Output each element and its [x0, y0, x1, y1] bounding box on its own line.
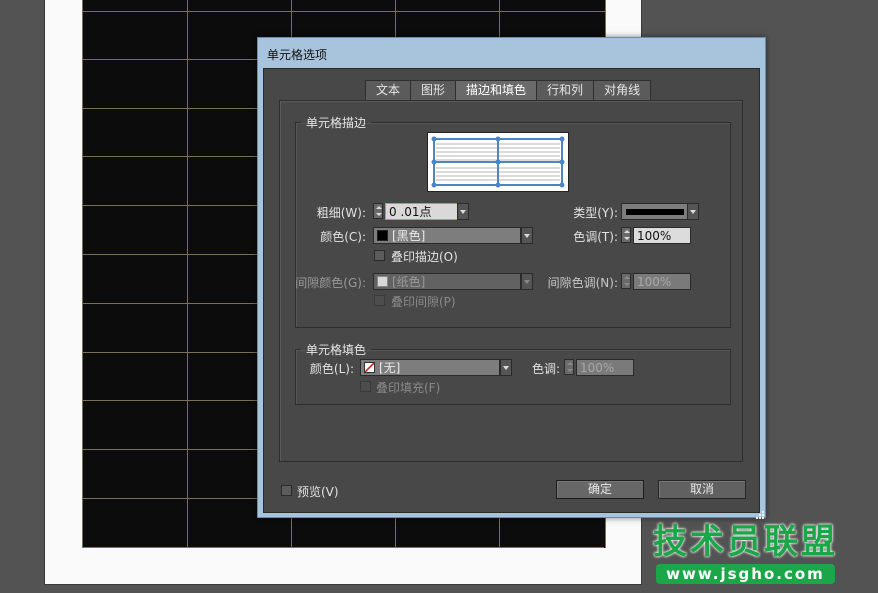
tab-panel: 单元格描边 粗细(W): 0 .01点 类型(Y): 颜色(C): [黑色] 色… [279, 100, 743, 462]
gap-color-select[interactable]: [纸色] [373, 273, 521, 290]
fill-color-select[interactable]: [无] [360, 359, 500, 376]
weight-input[interactable]: 0 .01点 [385, 203, 459, 220]
dialog-title: 单元格选项 [267, 48, 328, 62]
cell-fill-legend: 单元格填色 [306, 343, 367, 357]
tab-rows-columns[interactable]: 行和列 [536, 80, 595, 100]
overprint-gap-label: 叠印间隙(P) [391, 295, 456, 309]
tab-graphic[interactable]: 图形 [410, 80, 457, 100]
stroke-color-select[interactable]: [黑色] [373, 227, 521, 244]
ok-button[interactable]: 确定 [556, 480, 644, 499]
stroke-proxy-graphic [431, 136, 565, 188]
cell-stroke-legend: 单元格描边 [306, 116, 367, 130]
fill-tint-label: 色调: [531, 362, 560, 376]
stroke-proxy-preview[interactable] [427, 132, 569, 192]
stroke-color-dropdown-button[interactable] [521, 227, 533, 244]
overprint-fill-label: 叠印填充(F) [376, 381, 441, 395]
fill-color-dropdown-button[interactable] [500, 359, 512, 376]
gap-tint-stepper[interactable] [621, 273, 631, 289]
stroke-type-select[interactable] [621, 203, 689, 220]
tab-bar: 文本 图形 描边和填色 行和列 对角线 [365, 80, 652, 100]
overprint-stroke-label: 叠印描边(O) [391, 250, 458, 264]
type-label: 类型(Y): [573, 206, 618, 220]
watermark-title: 技术员联盟 [653, 522, 838, 562]
fill-tint-input[interactable]: 100% [576, 359, 634, 376]
dialog-titlebar[interactable]: 单元格选项 [258, 38, 765, 68]
cell-options-dialog: 单元格选项 文本 图形 描边和填色 行和列 对角线 单元格描边 粗细(W): 0… [257, 37, 766, 519]
dialog-body: 文本 图形 描边和填色 行和列 对角线 单元格描边 粗细(W): 0 .01点 … [263, 68, 760, 513]
watermark-url: www.jsgho.com [656, 564, 835, 584]
stroke-color-label: 颜色(C): [320, 230, 366, 244]
preview-checkbox[interactable] [281, 485, 292, 496]
preview-label: 预览(V) [297, 485, 339, 499]
overprint-fill-checkbox[interactable] [360, 381, 371, 392]
tab-stroke-fill[interactable]: 描边和填色 [455, 80, 538, 100]
gap-tint-input[interactable]: 100% [633, 273, 691, 290]
solid-line-icon [626, 209, 684, 215]
tab-text[interactable]: 文本 [365, 80, 412, 100]
table-bottom-edge [82, 547, 604, 548]
gap-tint-label: 间隙色调(N): [547, 276, 618, 290]
tab-diagonal-lines[interactable]: 对角线 [593, 80, 652, 100]
weight-dropdown-button[interactable] [457, 203, 469, 220]
fill-tint-stepper[interactable] [564, 359, 574, 375]
stroke-type-dropdown-button[interactable] [687, 203, 699, 220]
cancel-button[interactable]: 取消 [658, 480, 746, 499]
paper-swatch-icon [377, 276, 388, 287]
overprint-gap-checkbox[interactable] [374, 295, 385, 306]
watermark: 技术员联盟 www.jsgho.com [653, 522, 838, 584]
fill-color-label: 颜色(L): [309, 362, 354, 376]
weight-label: 粗细(W): [316, 206, 366, 220]
black-swatch-icon [377, 230, 388, 241]
overprint-stroke-checkbox[interactable] [374, 250, 385, 261]
weight-stepper[interactable] [373, 203, 383, 219]
gap-color-dropdown-button[interactable] [521, 273, 533, 290]
stroke-tint-input[interactable]: 100% [633, 227, 691, 244]
none-swatch-icon [364, 362, 375, 373]
stroke-tint-label: 色调(T): [573, 230, 618, 244]
gap-color-value: [纸色] [392, 275, 426, 289]
fill-color-value: [无] [379, 361, 401, 375]
gap-color-label: 间隙颜色(G): [295, 276, 366, 290]
resize-grip-icon[interactable] [756, 508, 764, 519]
stroke-color-value: [黑色] [392, 229, 426, 243]
stroke-tint-stepper[interactable] [621, 227, 631, 243]
